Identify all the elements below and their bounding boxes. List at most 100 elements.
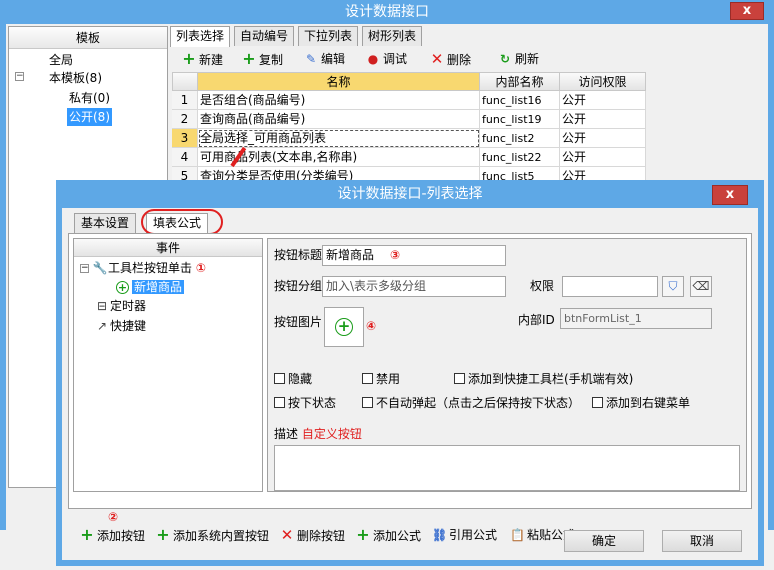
copy-button[interactable]: + 复制 bbox=[242, 48, 283, 70]
event-tree: 事件 − 🔧工具栏按钮单击 ① + 新增商品 ⊟ 定时器 ↗ 快捷键 bbox=[73, 238, 263, 492]
table-cell-name[interactable]: 是否组合(商品编号) bbox=[198, 91, 480, 110]
add-circle-icon: + bbox=[116, 281, 129, 294]
event-item-timer[interactable]: ⊟ 定时器 bbox=[94, 297, 146, 315]
plus-icon: + bbox=[242, 49, 256, 68]
table-cell-name[interactable]: 查询商品(商品编号) bbox=[198, 110, 480, 129]
button-title-label: 按钮标题 bbox=[274, 248, 323, 262]
checkbox-disabled[interactable]: 禁用 bbox=[362, 371, 400, 387]
table-cell-internal[interactable]: func_list2 bbox=[480, 129, 560, 148]
permission-input[interactable] bbox=[562, 276, 658, 297]
tab-tree-list[interactable]: 树形列表 bbox=[362, 26, 423, 46]
event-item-add-product[interactable]: + 新增商品 bbox=[116, 278, 185, 296]
add-circle-icon: + bbox=[335, 318, 353, 336]
row-number[interactable]: 1 bbox=[172, 91, 198, 110]
eraser-icon[interactable]: ⌫ bbox=[690, 276, 712, 297]
event-tree-header: 事件 bbox=[74, 239, 262, 257]
dialog-tab-content: 事件 − 🔧工具栏按钮单击 ① +新增商品 ⊟定时器 ↗快捷键 按钮标题 bbox=[68, 233, 752, 509]
table-cell-access[interactable]: 公开 bbox=[560, 148, 646, 167]
list-toolbar: + 新建 + 复制 ✎ 编辑 ● 调试 ✕ 删除 ↻ 刷新 bbox=[174, 48, 768, 70]
table-cell-access[interactable]: 公开 bbox=[560, 129, 646, 148]
table-cell-internal[interactable]: func_list16 bbox=[480, 91, 560, 110]
table-cell-internal[interactable]: func_list19 bbox=[480, 110, 560, 129]
dialog-close-button[interactable]: x bbox=[712, 185, 748, 205]
wrench-icon: 🔧 bbox=[92, 261, 108, 275]
edit-icon: ✎ bbox=[305, 52, 317, 66]
debug-button[interactable]: ● 调试 bbox=[366, 48, 407, 70]
row-number[interactable]: 3 bbox=[172, 129, 198, 148]
description-label: 描述 自定义按钮 bbox=[274, 427, 362, 441]
plus-icon: + bbox=[80, 525, 94, 544]
grid-corner bbox=[172, 72, 198, 91]
description-textarea[interactable] bbox=[274, 445, 740, 491]
annotation-4: ④ bbox=[366, 319, 377, 333]
button-group-input[interactable]: 加入\表示多级分组 bbox=[322, 276, 506, 297]
refresh-button[interactable]: ↻ 刷新 bbox=[498, 48, 539, 70]
add-system-button-button[interactable]: + 添加系统内置按钮 bbox=[156, 524, 269, 546]
table-cell-access[interactable]: 公开 bbox=[560, 110, 646, 129]
column-header-access[interactable]: 访问权限 bbox=[560, 72, 646, 91]
event-item-shortcut[interactable]: ↗ 快捷键 bbox=[94, 317, 146, 335]
delete-button-button[interactable]: ✕ 删除按钮 bbox=[280, 524, 345, 546]
button-group-label: 按钮分组 bbox=[274, 279, 323, 293]
window-title: 设计数据接口 bbox=[345, 4, 429, 20]
internal-id-field: btnFormList_1 bbox=[560, 308, 712, 329]
delete-icon: ✕ bbox=[430, 50, 444, 68]
plus-icon: + bbox=[356, 525, 370, 544]
plus-icon: + bbox=[156, 525, 170, 544]
column-header-name[interactable]: 名称 bbox=[198, 72, 480, 91]
permission-label: 权限 bbox=[530, 279, 555, 293]
checkbox-hidden[interactable]: 隐藏 bbox=[274, 371, 312, 387]
tree-item-public[interactable]: 公开(8) bbox=[67, 108, 112, 126]
edit-button[interactable]: ✎ 编辑 bbox=[304, 48, 345, 70]
collapse-icon[interactable]: − bbox=[80, 264, 89, 273]
timer-icon: ⊟ bbox=[96, 299, 108, 313]
checkbox-context-menu[interactable]: 添加到右键菜单 bbox=[592, 395, 690, 411]
row-number[interactable]: 2 bbox=[172, 110, 198, 129]
delete-button[interactable]: ✕ 删除 bbox=[430, 48, 471, 70]
bug-icon: ● bbox=[367, 52, 379, 66]
refresh-icon: ↻ bbox=[499, 52, 511, 66]
add-button-button[interactable]: + 添加按钮 bbox=[80, 524, 145, 546]
cancel-button[interactable]: 取消 bbox=[662, 530, 742, 552]
collapse-icon[interactable]: − bbox=[15, 72, 24, 81]
tab-basic-settings[interactable]: 基本设置 bbox=[74, 213, 137, 233]
tab-auto-number[interactable]: 自动编号 bbox=[234, 26, 295, 46]
checkbox-quick-toolbar[interactable]: 添加到快捷工具栏(手机端有效) bbox=[454, 371, 633, 387]
checkbox-pressed-state[interactable]: 按下状态 bbox=[274, 395, 336, 411]
button-title-input[interactable]: 新增商品 bbox=[322, 245, 506, 266]
table-cell-name[interactable]: 全局选择_可用商品列表 bbox=[198, 129, 480, 148]
list-select-dialog: 设计数据接口-列表选择 x 基本设置 填表公式 事件 − 🔧工具栏按钮单击 ① … bbox=[56, 180, 764, 566]
internal-id-label: 内部ID bbox=[518, 313, 555, 327]
tree-item-this-template[interactable]: 本模板(8) bbox=[49, 69, 102, 87]
event-item-toolbar-click[interactable]: 🔧工具栏按钮单击 ① bbox=[92, 259, 207, 277]
link-icon: ⛓ bbox=[432, 528, 448, 542]
button-properties-form: 按钮标题 新增商品 ③ 按钮分组 加入\表示多级分组 权限 ⛉ ⌫ 按钮图片 +… bbox=[267, 238, 747, 492]
window-close-button[interactable]: x bbox=[730, 2, 764, 20]
button-image-picker[interactable]: + bbox=[324, 307, 364, 347]
table-cell-internal[interactable]: func_list22 bbox=[480, 148, 560, 167]
dialog-client: 基本设置 填表公式 事件 − 🔧工具栏按钮单击 ① + 新增商品 ⊟ 定时器 ↗ 快捷… bbox=[62, 208, 758, 560]
reference-formula-button[interactable]: ⛓ 引用公式 bbox=[432, 524, 497, 546]
column-header-internal-name[interactable]: 内部名称 bbox=[480, 72, 560, 91]
table-cell-access[interactable]: 公开 bbox=[560, 91, 646, 110]
paste-icon: 📋 bbox=[510, 528, 525, 542]
tab-dropdown-list[interactable]: 下拉列表 bbox=[298, 26, 359, 46]
add-formula-button[interactable]: + 添加公式 bbox=[356, 524, 421, 546]
delete-icon: ✕ bbox=[280, 526, 294, 544]
shortcut-icon: ↗ bbox=[96, 319, 108, 333]
tree-item-private[interactable]: 私有(0) bbox=[69, 89, 110, 107]
new-button[interactable]: + 新建 bbox=[182, 48, 223, 70]
ok-button[interactable]: 确定 bbox=[564, 530, 644, 552]
button-image-label: 按钮图片 bbox=[274, 315, 323, 329]
tree-item-global[interactable]: 全局 bbox=[49, 51, 73, 69]
checkbox-no-auto-release[interactable]: 不自动弹起（点击之后保持按下状态） bbox=[362, 395, 580, 411]
tree-header: 模板 bbox=[9, 27, 167, 49]
shield-icon[interactable]: ⛉ bbox=[662, 276, 684, 297]
tab-list-select[interactable]: 列表选择 bbox=[170, 26, 231, 47]
plus-icon: + bbox=[182, 49, 196, 68]
tab-fill-formula[interactable]: 填表公式 bbox=[146, 213, 209, 234]
row-number[interactable]: 4 bbox=[172, 148, 198, 167]
annotation-1: ① bbox=[195, 261, 207, 275]
annotation-3: ③ bbox=[390, 248, 401, 262]
dialog-title: 设计数据接口-列表选择 bbox=[337, 186, 483, 202]
